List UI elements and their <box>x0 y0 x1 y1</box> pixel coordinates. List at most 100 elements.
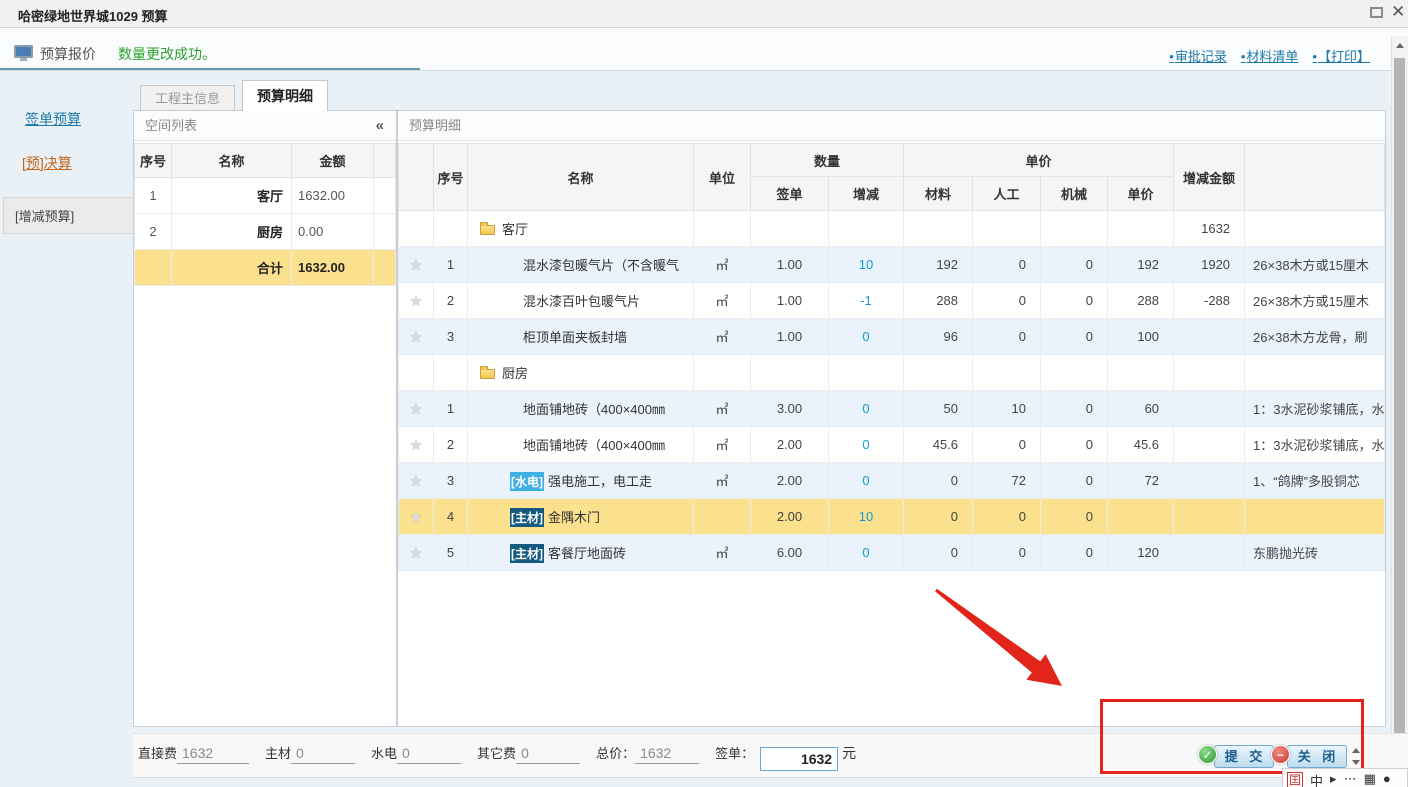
annotation-arrow <box>900 570 1080 700</box>
footer-field-value: 1632 <box>177 745 249 764</box>
detail-qty-sign: 1.00 <box>751 319 829 355</box>
close-button[interactable]: 关 闭 <box>1287 745 1347 768</box>
group-blank-cell <box>1108 211 1174 247</box>
footer-field-label: 主材 <box>265 746 291 761</box>
space-total-amount: 1632.00 <box>292 250 374 286</box>
bullet-icon: • <box>1312 49 1317 64</box>
detail-qty-change: -1 <box>829 283 904 319</box>
favorite-star-icon[interactable]: ★ <box>409 401 422 418</box>
detail-change-amount <box>1174 427 1245 463</box>
footer-field-直接费: 直接费1632 <box>138 743 249 764</box>
space-total-row: 合计1632.00 <box>135 250 396 286</box>
category-badge: [水电] <box>510 472 544 491</box>
window-title: 哈密绿地世界城1029 预算 <box>18 6 168 25</box>
footer-field-水电: 水电0 <box>371 743 461 764</box>
ime-lang-icon[interactable]: 囯 <box>1287 772 1303 787</box>
favorite-star-icon[interactable]: ★ <box>409 257 422 274</box>
detail-unit: ㎡ <box>694 319 751 355</box>
vertical-scrollbar-thumb[interactable] <box>1394 58 1405 783</box>
ime-pointer-icon[interactable]: ▸ <box>1330 771 1337 786</box>
col-star <box>399 144 434 211</box>
ime-chinese-icon[interactable]: 中 <box>1310 774 1323 787</box>
footer-field-label: 直接费 <box>138 746 177 761</box>
detail-item-name: 地面铺地砖（400×400㎜ <box>523 438 665 453</box>
toolbar-link-审批记录[interactable]: •审批记录 <box>1169 49 1227 64</box>
submit-button[interactable]: 提 交 <box>1214 745 1274 768</box>
detail-row[interactable]: ★5[主材]客餐厅地面砖㎡6.000000120东鹏抛光砖 <box>399 535 1385 571</box>
detail-row[interactable]: ★3柜顶单面夹板封墙㎡1.000960010026×38木方龙骨，刷 <box>399 319 1385 355</box>
favorite-star-icon[interactable]: ★ <box>409 437 422 454</box>
detail-qty-change: 10 <box>829 499 904 535</box>
footer-field-主材: 主材0 <box>265 743 355 764</box>
space-panel-title: 空间列表 <box>145 118 197 133</box>
group-row[interactable]: 客厅1632 <box>399 211 1385 247</box>
ime-dot-icon[interactable]: ● <box>1383 771 1391 786</box>
ime-keyboard-icon[interactable]: ▦ <box>1364 771 1376 786</box>
detail-unit-price <box>1108 499 1174 535</box>
scroll-up-icon[interactable] <box>1396 43 1404 48</box>
detail-name-cell: 混水漆百叶包暖气片 <box>468 283 694 319</box>
col-material: 材料 <box>904 177 973 211</box>
sidebar-item-签单预算[interactable]: 签单预算 <box>25 109 133 129</box>
detail-unit: ㎡ <box>694 283 751 319</box>
detail-row[interactable]: ★1地面铺地砖（400×400㎜㎡3.00050100601：3水泥砂浆铺底，水 <box>399 391 1385 427</box>
toolbar-link-【打印】[interactable]: •【打印】 <box>1312 49 1370 64</box>
detail-row[interactable]: ★3[水电]强电施工，电工走㎡2.0000720721、“鸽牌”多股铜芯 <box>399 463 1385 499</box>
detail-qty-sign: 1.00 <box>751 247 829 283</box>
detail-remark: 26×38木方或15厘木 <box>1245 283 1385 319</box>
ime-dots-icon[interactable]: ⋯ <box>1344 771 1357 786</box>
detail-row[interactable]: ★4[主材]金隅木门2.0010000 <box>399 499 1385 535</box>
favorite-star-icon[interactable]: ★ <box>409 473 422 490</box>
detail-row[interactable]: ★2混水漆百叶包暖气片㎡1.00-128800288-28826×38木方或15… <box>399 283 1385 319</box>
detail-material: 96 <box>904 319 973 355</box>
space-row-name: 客厅 <box>172 178 292 214</box>
col-qty-sign: 签单 <box>751 177 829 211</box>
maximize-icon[interactable] <box>1370 7 1383 18</box>
detail-no: 2 <box>434 427 468 463</box>
tab-工程主信息[interactable]: 工程主信息 <box>140 85 235 111</box>
space-row-extra <box>374 178 396 214</box>
folder-icon <box>480 225 495 235</box>
detail-machine: 0 <box>1041 319 1108 355</box>
budget-detail-table: 序号 名称 单位 数量 单价 增减金额 签单 增减 材料 人工 机械 单价 客厅… <box>398 143 1385 571</box>
status-message: 数量更改成功。 <box>118 44 216 64</box>
close-icon[interactable]: ✕ <box>1391 2 1405 22</box>
col-no: 序号 <box>434 144 468 211</box>
tab-预算明细[interactable]: 预算明细 <box>242 80 328 111</box>
detail-unit-price: 45.6 <box>1108 427 1174 463</box>
detail-row[interactable]: ★1混水漆包暖气片（不含暖气㎡1.001019200192192026×38木方… <box>399 247 1385 283</box>
collapse-panel-icon[interactable]: « <box>376 111 384 141</box>
ime-toolbar[interactable]: 囯中 ▸ ⋯ ▦ ● <box>1282 768 1408 787</box>
detail-panel-title: 预算明细 <box>409 118 461 133</box>
detail-no: 1 <box>434 391 468 427</box>
space-row-name: 厨房 <box>172 214 292 250</box>
space-row[interactable]: 1客厅1632.00 <box>135 178 396 214</box>
group-row[interactable]: 厨房 <box>399 355 1385 391</box>
favorite-star-icon[interactable]: ★ <box>409 329 422 346</box>
space-row[interactable]: 2厨房0.00 <box>135 214 396 250</box>
detail-remark: 1：3水泥砂浆铺底，水 <box>1245 427 1385 463</box>
group-name: 厨房 <box>502 366 528 381</box>
sign-amount-input[interactable] <box>760 747 838 771</box>
group-blank-cell <box>751 355 829 391</box>
group-blank-cell <box>1108 355 1174 391</box>
sidebar: 签单预算[预]决算[增减预算] <box>0 71 133 787</box>
detail-star-cell: ★ <box>399 319 434 355</box>
detail-row[interactable]: ★2地面铺地砖（400×400㎜㎡2.00045.60045.61：3水泥砂浆铺… <box>399 427 1385 463</box>
toolbar-link-材料清单[interactable]: •材料清单 <box>1241 49 1299 64</box>
sidebar-item-[增减预算][interactable]: [增减预算] <box>3 197 140 234</box>
group-name-cell: 厨房 <box>468 355 694 391</box>
detail-unit-price: 60 <box>1108 391 1174 427</box>
detail-remark: 东鹏抛光砖 <box>1245 535 1385 571</box>
favorite-star-icon[interactable]: ★ <box>409 509 422 526</box>
detail-labor: 0 <box>973 319 1041 355</box>
favorite-star-icon[interactable]: ★ <box>409 293 422 310</box>
space-row-amount: 0.00 <box>292 214 374 250</box>
detail-remark: 1：3水泥砂浆铺底，水 <box>1245 391 1385 427</box>
favorite-star-icon[interactable]: ★ <box>409 545 422 562</box>
detail-item-name: 客餐厅地面砖 <box>548 546 626 561</box>
sidebar-item-[预]决算[interactable]: [预]决算 <box>22 153 133 173</box>
detail-machine: 0 <box>1041 283 1108 319</box>
toolbar-link-label: 【打印】 <box>1318 49 1370 64</box>
col-name: 名称 <box>468 144 694 211</box>
